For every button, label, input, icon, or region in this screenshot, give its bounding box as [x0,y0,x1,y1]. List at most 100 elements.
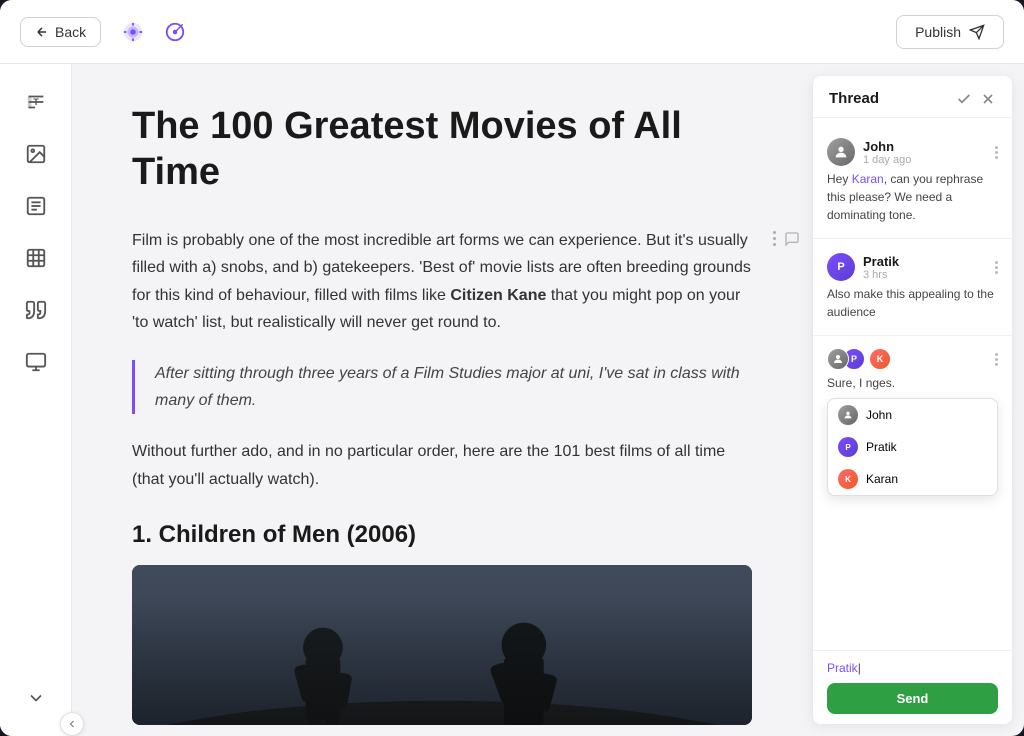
avatar-pratik: P [827,253,855,281]
reply-group-header: P K [827,348,998,370]
reply-more[interactable] [995,353,998,366]
message-header-pratik: P Pratik 3 hrs [827,253,998,281]
movie-image-overlay [132,565,752,725]
section-heading: 1. Children of Men (2006) [132,521,752,549]
topbar-left: Back [20,16,191,48]
svg-text:T: T [33,97,39,107]
main-layout: T [0,64,1024,736]
suggestion-name-john: John [866,408,892,422]
comment-icon [784,231,800,247]
thread-message-pratik: P Pratik 3 hrs Also make this appealing … [813,245,1012,329]
thread-check-button[interactable] [956,91,972,107]
quote-icon [25,299,47,321]
thread-close-button[interactable] [980,91,996,107]
suggestion-avatar-john [838,405,858,425]
suggestion-name-pratik: Pratik [866,440,897,454]
reply-avatar-karan: K [869,348,891,370]
table-icon [25,247,47,269]
message-user-info-pratik: P Pratik 3 hrs [827,253,899,281]
suggestion-avatar-karan: K [838,469,858,489]
topbar: Back [0,0,1024,64]
back-label: Back [55,24,86,40]
message-user-info-john: John 1 day ago [827,138,911,166]
content-wrapper: The 100 Greatest Movies of All Time [72,64,1024,736]
message-body-john: Hey Karan, can you rephrase this please?… [827,170,998,224]
message-body-pratik: Also make this appealing to the audience [827,285,998,321]
thread-footer: Pratik| Send [813,650,1012,724]
thread-input-row: Pratik| [827,661,998,675]
close-icon [980,91,996,107]
reply-avatar-john [827,348,849,370]
text-icon: T [25,91,47,113]
avatar-john [827,138,855,166]
thread-divider-1 [813,238,1012,239]
thread-header-actions [956,91,996,107]
suggestion-name-karan: Karan [866,472,898,486]
blockquote: After sitting through three years of a F… [132,360,752,414]
send-icon [969,24,985,40]
transition-paragraph: Without further ado, and in no particula… [132,438,752,492]
suggestion-item-pratik[interactable]: P Pratik [828,431,997,463]
paragraph-more-icon[interactable] [773,231,776,246]
message-time-pratik: 3 hrs [863,269,899,281]
pratik-typing-indicator: Pratik| [827,661,998,675]
sidebar-item-image[interactable] [14,132,58,176]
user-icon-john [833,144,849,160]
sidebar-chevron-down[interactable] [14,676,58,720]
suggestion-avatar-pratik: P [838,437,858,457]
publish-button[interactable]: Publish [896,15,1004,49]
topbar-right: Publish [896,15,1004,49]
message-more-john[interactable] [995,146,998,159]
sidebar-item-embed[interactable] [14,340,58,384]
editor-area[interactable]: The 100 Greatest Movies of All Time [72,64,812,736]
suggestion-item-john[interactable]: John [828,399,997,431]
sidebar-item-list[interactable] [14,184,58,228]
check-icon [956,91,972,107]
collapse-icon [66,718,78,730]
typing-mention: Pratik [827,661,858,675]
arrow-left-icon [35,25,49,39]
message-more-pratik[interactable] [995,261,998,274]
message-time-john: 1 day ago [863,154,911,166]
message-name-pratik: Pratik [863,254,899,269]
intro-paragraph: Film is probably one of the most incredi… [132,227,752,336]
user-icon [843,410,853,420]
thread-header: Thread [813,76,1012,118]
target-svg [122,21,144,43]
intro-paragraph-wrapper: Film is probably one of the most incredi… [132,227,752,336]
sidebar-item-table[interactable] [14,236,58,280]
reply-group-body: Sure, I nges. [827,374,998,392]
topbar-icons [117,16,191,48]
embed-icon [25,351,47,373]
message-name-john: John [863,139,911,154]
back-button[interactable]: Back [20,17,101,47]
movie-image [132,565,752,725]
mention-karan: Karan [852,172,884,186]
list-icon [25,195,47,217]
article-title: The 100 Greatest Movies of All Time [132,104,752,195]
thread-title: Thread [829,90,879,107]
sidebar-item-text[interactable]: T [14,80,58,124]
user-icon-john-small [832,353,844,365]
send-button[interactable]: Send [827,683,998,714]
thread-panel: Thread [812,76,1012,724]
mention-suggestion-dropdown: John P Pratik K Karan [827,398,998,496]
sidebar-collapse-button[interactable] [60,712,84,736]
reply-avatar-stack: P [827,348,859,370]
target-icon-2[interactable] [159,16,191,48]
sidebar-item-quote[interactable] [14,288,58,332]
thread-messages: John 1 day ago Hey Karan, can you rephra… [813,118,1012,650]
target-outline-svg [164,21,186,43]
suggestion-item-karan[interactable]: K Karan [828,463,997,495]
reply-group: P K Sure, I nges. [813,342,1012,398]
thread-divider-2 [813,335,1012,336]
chevron-down-icon [26,688,46,708]
paragraph-comment-icon[interactable] [784,231,800,252]
thread-message-john: John 1 day ago Hey Karan, can you rephra… [813,130,1012,232]
target-icon-1[interactable] [117,16,149,48]
reply-avatar-stack-2: K [869,348,885,370]
sidebar: T [0,64,72,736]
image-icon [25,143,47,165]
message-header-john: John 1 day ago [827,138,998,166]
publish-label: Publish [915,24,961,40]
